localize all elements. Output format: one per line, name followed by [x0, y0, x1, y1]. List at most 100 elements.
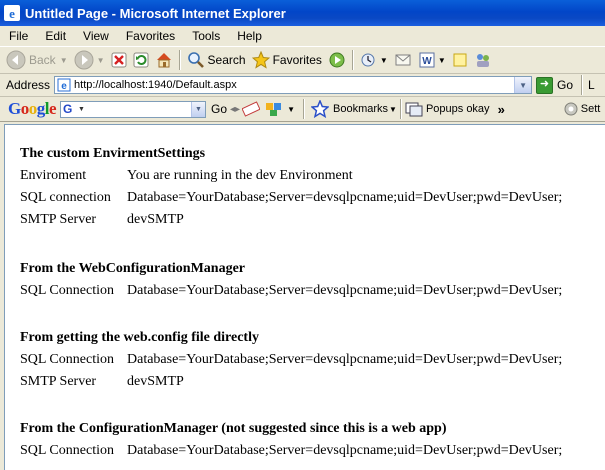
mail-button[interactable] [391, 49, 415, 71]
menu-file[interactable]: File [0, 27, 36, 45]
menu-view[interactable]: View [74, 27, 117, 45]
favorites-label: Favorites [272, 53, 322, 67]
go-arrow-icon: ➜ [536, 76, 554, 94]
discuss-button[interactable] [449, 49, 471, 71]
address-url: http://localhost:1940/Default.aspx [74, 79, 237, 91]
standard-toolbar: Back ▼ ▼ Search Favorites ▼ W ▼ [0, 47, 605, 74]
google-separator [303, 99, 305, 119]
history-dropdown-icon[interactable]: ▼ [380, 56, 388, 65]
title-bar[interactable]: e Untitled Page - Microsoft Internet Exp… [0, 0, 605, 26]
bookmarks-dropdown-icon[interactable]: ▼ [389, 105, 397, 114]
google-toolbar: Google G ▼ ▼ Go ◂▸ ▼ Bookmarks ▼ Popups … [0, 97, 605, 122]
google-separator [399, 99, 402, 119]
search-label: Search [207, 53, 246, 67]
menu-tools[interactable]: Tools [183, 27, 228, 45]
setting-value: Database=YourDatabase;Server=devsqlpcnam… [127, 190, 563, 205]
home-button[interactable] [152, 49, 176, 71]
setting-key: SMTP Server [20, 374, 97, 389]
google-search-dropdown-icon[interactable]: ▼ [78, 106, 85, 113]
search-button[interactable]: Search [184, 49, 249, 71]
word-edit-icon: W [419, 52, 435, 68]
go-label: Go [557, 78, 574, 92]
favorites-button[interactable]: Favorites [249, 49, 325, 71]
forward-button[interactable]: ▼ [71, 49, 108, 71]
media-button[interactable] [325, 49, 349, 71]
autofill-dropdown-icon[interactable]: ▼ [287, 105, 295, 114]
setting-key: SQL Connection [20, 352, 114, 367]
menu-help[interactable]: Help [228, 27, 270, 45]
toolbar-separator [178, 50, 181, 70]
bookmarks-star-icon[interactable] [311, 100, 329, 118]
address-dropdown-icon[interactable]: ▼ [514, 77, 532, 93]
note-icon [453, 53, 467, 67]
google-arrow-icon[interactable]: ◂▸ [230, 104, 240, 115]
page-icon: e [57, 78, 71, 92]
google-go-button[interactable]: Go [211, 102, 227, 116]
section-web-configuration-manager: From the WebConfigurationManager SQL Con… [20, 258, 562, 302]
favorites-star-icon [251, 51, 270, 69]
address-label: Address [6, 78, 51, 92]
toolbar-separator [351, 50, 354, 70]
autofill-icon[interactable] [264, 100, 286, 118]
section-heading: From the ConfigurationManager (not sugge… [20, 421, 447, 436]
google-logo[interactable]: Google [8, 99, 57, 119]
mail-icon [395, 54, 411, 66]
history-button[interactable]: ▼ [357, 49, 391, 71]
forward-arrow-icon [74, 50, 94, 70]
setting-row: SQL Connection Database=YourDatabase;Serv… [20, 280, 562, 302]
google-g-icon: G [63, 101, 73, 116]
pagerank-icon[interactable] [242, 101, 261, 117]
messenger-icon [476, 54, 489, 67]
section-configuration-manager: From the ConfigurationManager (not sugge… [20, 418, 562, 462]
section-web-config-direct: From getting the web.config file directl… [20, 327, 562, 393]
setting-row: SQL Connection Database=YourDatabase;Serv… [20, 349, 562, 371]
svg-text:e: e [61, 81, 67, 92]
refresh-button[interactable] [130, 49, 152, 71]
address-input[interactable]: e http://localhost:1940/Default.aspx ▼ [54, 76, 533, 94]
section-heading: From getting the web.config file directl… [20, 330, 259, 345]
home-icon [156, 53, 171, 68]
edit-button[interactable]: W ▼ [415, 49, 449, 71]
setting-value: Database=YourDatabase;Server=devsqlpcnam… [127, 283, 563, 298]
menu-bar: File Edit View Favorites Tools Help [0, 26, 605, 47]
popups-okay-label[interactable]: Popups okay [426, 103, 490, 115]
setting-row: SMTP Server devSMTP [20, 209, 562, 231]
section-heading: From the WebConfigurationManager [20, 261, 246, 276]
setting-key: SMTP Server [20, 212, 97, 227]
internet-explorer-icon: e [4, 5, 20, 21]
menu-edit[interactable]: Edit [36, 27, 74, 45]
forward-dropdown-icon[interactable]: ▼ [97, 56, 105, 65]
back-dropdown-icon[interactable]: ▼ [60, 56, 68, 65]
setting-value: Database=YourDatabase;Server=devsqlpcnam… [127, 443, 563, 458]
setting-row: SQL connection Database=YourDatabase;Serv… [20, 187, 562, 209]
stop-icon [111, 52, 127, 68]
settings-label[interactable]: Sett [581, 103, 601, 115]
settings-icon[interactable] [563, 101, 579, 117]
setting-value: devSMTP [127, 212, 184, 227]
google-search-input[interactable]: G ▼ ▼ [60, 100, 207, 118]
edit-dropdown-icon[interactable]: ▼ [438, 56, 446, 65]
stop-button[interactable] [108, 49, 130, 71]
search-icon [187, 52, 204, 68]
window-title: Untitled Page - Microsoft Internet Explo… [25, 5, 286, 21]
google-history-dropdown-icon[interactable]: ▼ [191, 101, 206, 117]
more-chevron-icon[interactable]: » [498, 102, 505, 117]
bookmarks-button[interactable]: Bookmarks [333, 103, 388, 115]
svg-text:e: e [9, 6, 15, 21]
svg-text:W: W [422, 56, 432, 67]
messenger-button[interactable] [471, 49, 495, 71]
menu-favorites[interactable]: Favorites [117, 27, 183, 45]
setting-row: SMTP Server devSMTP [20, 371, 562, 393]
popup-blocker-icon[interactable] [405, 101, 423, 117]
back-button[interactable]: Back ▼ [3, 49, 71, 71]
setting-key: Enviroment [20, 168, 87, 183]
setting-row: SQL Connection Database=YourDatabase;Serv… [20, 440, 562, 462]
go-button[interactable]: ➜ Go [536, 76, 574, 94]
setting-key: SQL connection [20, 190, 111, 205]
setting-value: Database=YourDatabase;Server=devsqlpcnam… [127, 352, 563, 367]
links-label[interactable]: L [588, 78, 595, 92]
setting-value: You are running in the dev Environment [127, 168, 353, 183]
address-separator [581, 75, 584, 95]
section-custom-environment-settings: The custom EnvirmentSettings Enviroment Y… [20, 143, 562, 231]
address-bar: Address e http://localhost:1940/Default.… [0, 74, 605, 97]
